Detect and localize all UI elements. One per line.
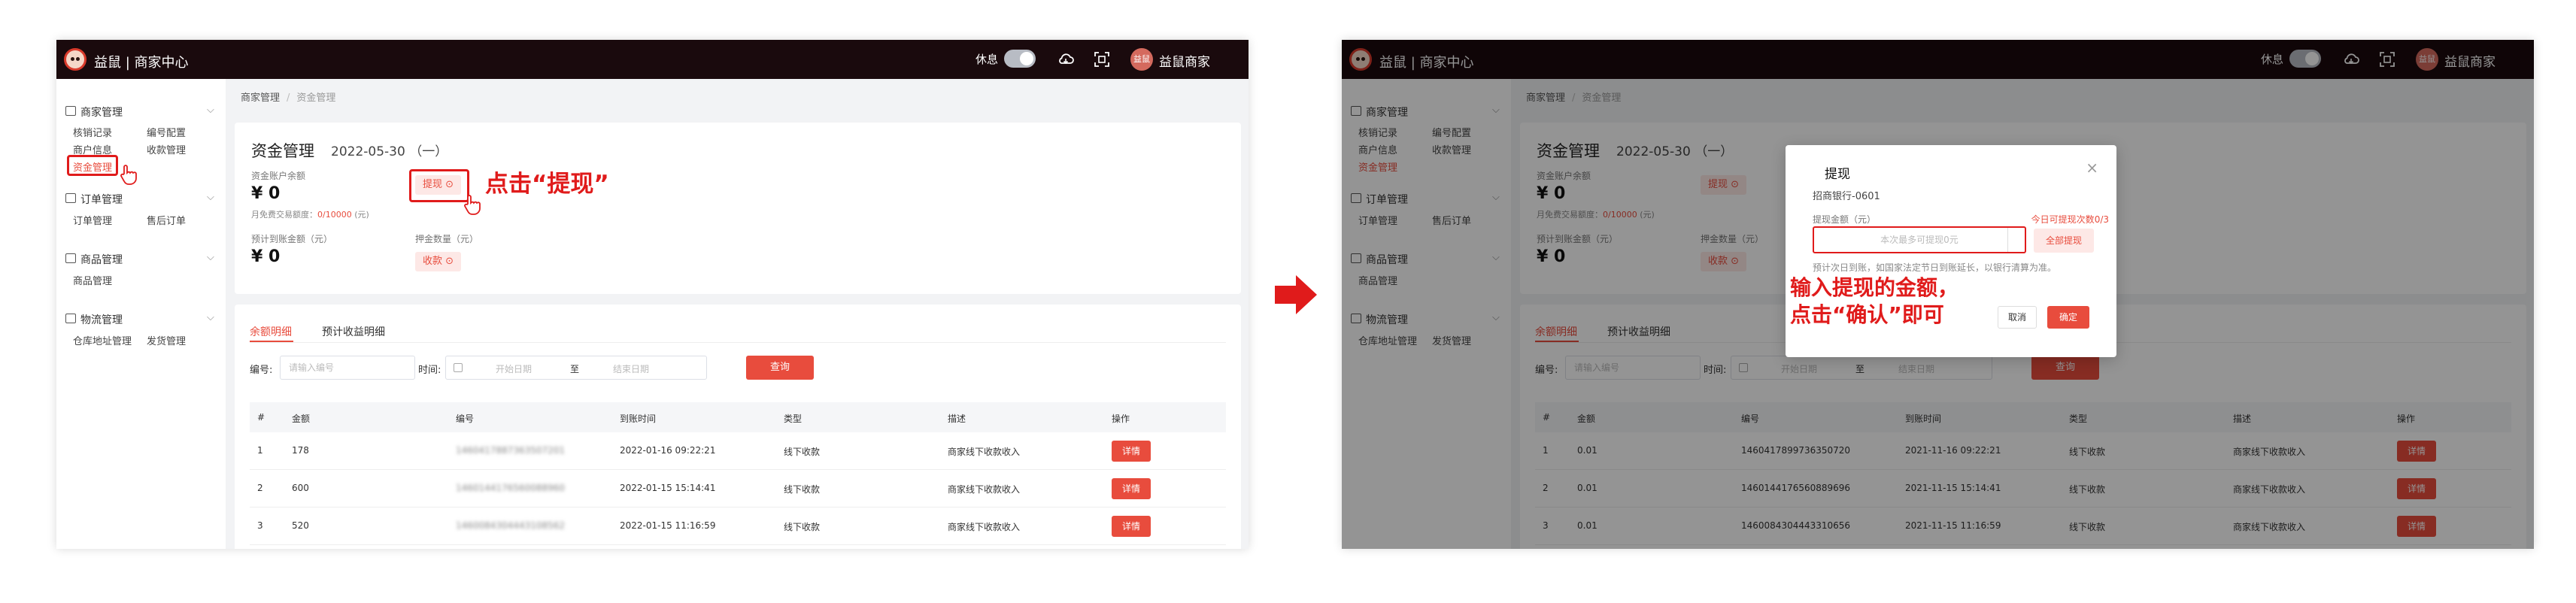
detail-card: 余额明细 预计收益明细 编号: 请输入编号 时间: 开始日期 至 结束日期 查询… bbox=[235, 305, 1241, 549]
hand-pointer-icon bbox=[120, 165, 137, 185]
avatar[interactable]: 益鼠 bbox=[1130, 48, 1153, 71]
expected-label: 预计到账金额（元） bbox=[251, 234, 333, 244]
balance-label: 资金账户余额 bbox=[251, 171, 306, 181]
store-icon bbox=[65, 106, 76, 116]
withdraw-all-button[interactable]: 全部提现 bbox=[2034, 229, 2094, 253]
chevron-down-icon[interactable]: ⌵ bbox=[207, 105, 214, 116]
screenshot-step-2: 益鼠 | 商家中心 休息 益鼠 益鼠商家 商家管理 ⌵ 核销记录 编号配置 商户… bbox=[1342, 40, 2534, 549]
expected-value: ¥ 0 bbox=[251, 247, 281, 266]
arrival-note: 预计次日到账，如国家法定节日到账延长，以银行清算为准。 bbox=[1813, 262, 2057, 273]
balance-value: ¥ 0 bbox=[251, 184, 281, 203]
rest-label: 休息 bbox=[975, 53, 999, 66]
detail-button[interactable]: 详情 bbox=[1112, 441, 1151, 462]
cloud-icon[interactable] bbox=[1057, 50, 1075, 68]
code-filter-label: 编号: bbox=[250, 365, 273, 376]
withdraw-dialog: 提现 × 招商银行-0601 提现金额（元） 今日可提现次数0/3 本次最多可提… bbox=[1786, 145, 2116, 357]
detail-button[interactable]: 详情 bbox=[1112, 478, 1151, 499]
sidebar-item-orders[interactable]: 订单管理 bbox=[73, 213, 112, 227]
brand-name: 益鼠 | 商家中心 bbox=[94, 55, 189, 71]
detail-button[interactable]: 详情 bbox=[1112, 516, 1151, 537]
top-bar: 益鼠 | 商家中心 休息 益鼠 益鼠商家 bbox=[56, 40, 1249, 79]
page-date: 2022-05-30 （一） bbox=[331, 144, 448, 159]
chevron-down-icon[interactable]: ⌵ bbox=[207, 252, 214, 263]
free-quota: 月免费交易额度：0/10000 (元) bbox=[251, 210, 369, 220]
rest-toggle[interactable] bbox=[1004, 50, 1036, 68]
tab-balance-detail[interactable]: 余额明细 bbox=[250, 324, 292, 339]
sidebar-item-code-config[interactable]: 编号配置 bbox=[147, 125, 186, 139]
sidebar-item-goods[interactable]: 商品管理 bbox=[73, 273, 112, 287]
sidebar-item-collection[interactable]: 收款管理 bbox=[147, 142, 186, 156]
table-row: 3 520 1460084304443108562 2022-01-15 11:… bbox=[250, 508, 1226, 545]
sidebar-item-writeoff[interactable]: 核销记录 bbox=[73, 125, 112, 139]
time-filter-label: 时间: bbox=[418, 365, 441, 376]
cancel-button[interactable]: 取消 bbox=[1998, 306, 2037, 329]
chevron-down-icon[interactable]: ⌵ bbox=[207, 192, 214, 203]
table-row: 2 600 1460144176560088960 2022-01-15 15:… bbox=[250, 470, 1226, 508]
chevron-down-icon[interactable]: ⌵ bbox=[207, 312, 214, 323]
amount-label: 提现金额（元） bbox=[1813, 214, 1877, 225]
screenshot-step-1: 益鼠 | 商家中心 休息 益鼠 益鼠商家 商家管理 ⌵ 核销记录 编号配置 商户… bbox=[56, 40, 1249, 549]
sidebar: 商家管理 ⌵ 核销记录 编号配置 商户信息 收款管理 资金管理 订单管理 ⌵ 订… bbox=[56, 79, 226, 549]
today-count: 今日可提现次数0/3 bbox=[2031, 214, 2109, 225]
breadcrumb-current: 资金管理 bbox=[296, 92, 336, 104]
tab-expected-detail[interactable]: 预计收益明细 bbox=[322, 324, 385, 339]
goods-icon bbox=[65, 253, 76, 263]
confirm-button[interactable]: 确定 bbox=[2047, 306, 2089, 329]
code-input[interactable]: 请输入编号 bbox=[280, 356, 415, 380]
query-button[interactable]: 查询 bbox=[746, 356, 814, 380]
sidebar-item-aftersale[interactable]: 售后订单 bbox=[147, 213, 186, 227]
order-icon bbox=[65, 193, 76, 203]
end-date[interactable]: 结束日期 bbox=[613, 362, 649, 375]
sidebar-item-warehouse[interactable]: 仓库地址管理 bbox=[73, 333, 132, 347]
collect-button[interactable]: 收款 ⊙ bbox=[415, 252, 462, 271]
callout-click-withdraw: 点击“提现” bbox=[485, 171, 609, 198]
fullscreen-icon[interactable] bbox=[1093, 50, 1111, 68]
page-title: 资金管理 bbox=[251, 142, 314, 160]
dialog-title: 提现 bbox=[1825, 167, 1850, 182]
highlight-fund-menu bbox=[67, 155, 118, 176]
table-header: # 金额 编号 到账时间 类型 描述 操作 bbox=[250, 402, 1226, 432]
hand-pointer-icon bbox=[464, 195, 481, 215]
close-icon[interactable]: × bbox=[2086, 159, 2098, 177]
user-name[interactable]: 益鼠商家 bbox=[1159, 51, 1210, 70]
breadcrumb-parent[interactable]: 商家管理 bbox=[241, 92, 280, 104]
date-range-picker[interactable]: 开始日期 至 结束日期 bbox=[445, 356, 707, 380]
main-content: 商家管理 / 资金管理 资金管理 2022-05-30 （一） 资金账户余额 ¥ 0… bbox=[226, 79, 1249, 549]
bank-account: 招商银行-0601 bbox=[1813, 191, 1880, 202]
calendar-icon bbox=[454, 363, 463, 372]
sidebar-item-shipping[interactable]: 发货管理 bbox=[147, 333, 186, 347]
fund-summary-card: 资金管理 2022-05-30 （一） 资金账户余额 ¥ 0 月免费交易额度：0… bbox=[235, 123, 1241, 294]
next-step-arrow-icon bbox=[1275, 275, 1317, 314]
breadcrumb: 商家管理 / 资金管理 bbox=[241, 92, 336, 104]
callout-enter-amount: 输入提现的金额， 点击“确认”即可 bbox=[1790, 275, 1959, 327]
truck-icon bbox=[65, 314, 76, 323]
brand-logo bbox=[64, 48, 86, 71]
table-row: 1 178 1460417887363507201 2022-01-16 09:… bbox=[250, 432, 1226, 470]
start-date[interactable]: 开始日期 bbox=[496, 362, 532, 375]
withdraw-amount-input[interactable]: 本次最多可提现0元 bbox=[1813, 226, 2026, 253]
deposit-label: 押金数量（元） bbox=[415, 234, 479, 244]
